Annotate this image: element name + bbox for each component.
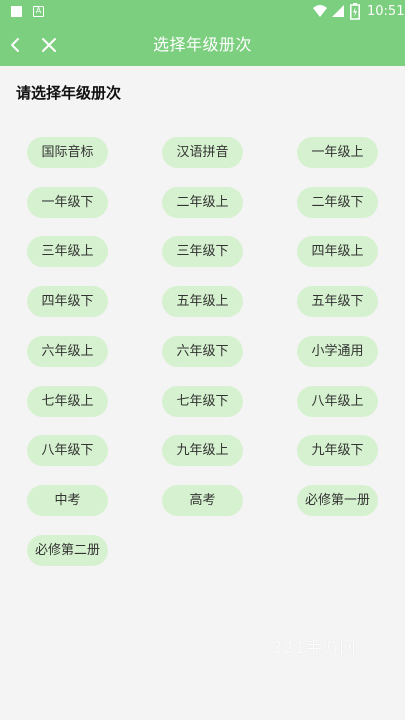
watermark: 321手游网	[272, 638, 357, 657]
grade-option-button[interactable]: 国际音标	[27, 137, 108, 168]
grade-option-button[interactable]: 高考	[162, 485, 243, 516]
grade-option-button[interactable]: 汉语拼音	[162, 137, 243, 168]
grade-option-button[interactable]: 八年级上	[297, 386, 378, 417]
status-time: 10:51	[367, 4, 405, 19]
grade-option-button[interactable]: 二年级上	[162, 187, 243, 218]
grade-option-button[interactable]: 四年级上	[297, 236, 378, 267]
grade-option-button[interactable]: 一年级上	[297, 137, 378, 168]
grade-option-button[interactable]: 必修第一册	[297, 485, 378, 516]
grade-option-button[interactable]: 九年级上	[162, 435, 243, 466]
grade-option-button[interactable]: 九年级下	[297, 435, 378, 466]
grade-option-button[interactable]: 七年级下	[162, 386, 243, 417]
section-title: 请选择年级册次	[16, 84, 122, 102]
page-title: 选择年级册次	[152, 35, 252, 54]
grade-option-button[interactable]: 八年级下	[27, 435, 108, 466]
grade-option-button[interactable]: 小学通用	[297, 336, 378, 367]
grade-option-button[interactable]: 三年级下	[162, 236, 243, 267]
status-bar: A 10:51	[0, 0, 405, 24]
grade-option-button[interactable]: 七年级上	[27, 386, 108, 417]
grade-option-button[interactable]: 中考	[27, 485, 108, 516]
grade-option-button[interactable]: 三年级上	[27, 236, 108, 267]
grade-option-button[interactable]: 四年级下	[27, 286, 108, 317]
grade-option-button[interactable]: 五年级下	[297, 286, 378, 317]
notification-square-icon	[11, 6, 22, 17]
battery-icon	[350, 3, 360, 20]
a-icon: A	[33, 6, 44, 17]
app-bar: 选择年级册次	[0, 24, 405, 66]
grade-option-button[interactable]: 二年级下	[297, 187, 378, 218]
grade-option-button[interactable]: 六年级上	[27, 336, 108, 367]
grade-option-button[interactable]: 五年级上	[162, 286, 243, 317]
wifi-icon	[313, 5, 327, 17]
grade-option-button[interactable]: 六年级下	[162, 336, 243, 367]
grade-option-button[interactable]: 必修第二册	[27, 535, 108, 566]
grade-option-button[interactable]: 一年级下	[27, 187, 108, 218]
signal-icon	[332, 5, 344, 17]
